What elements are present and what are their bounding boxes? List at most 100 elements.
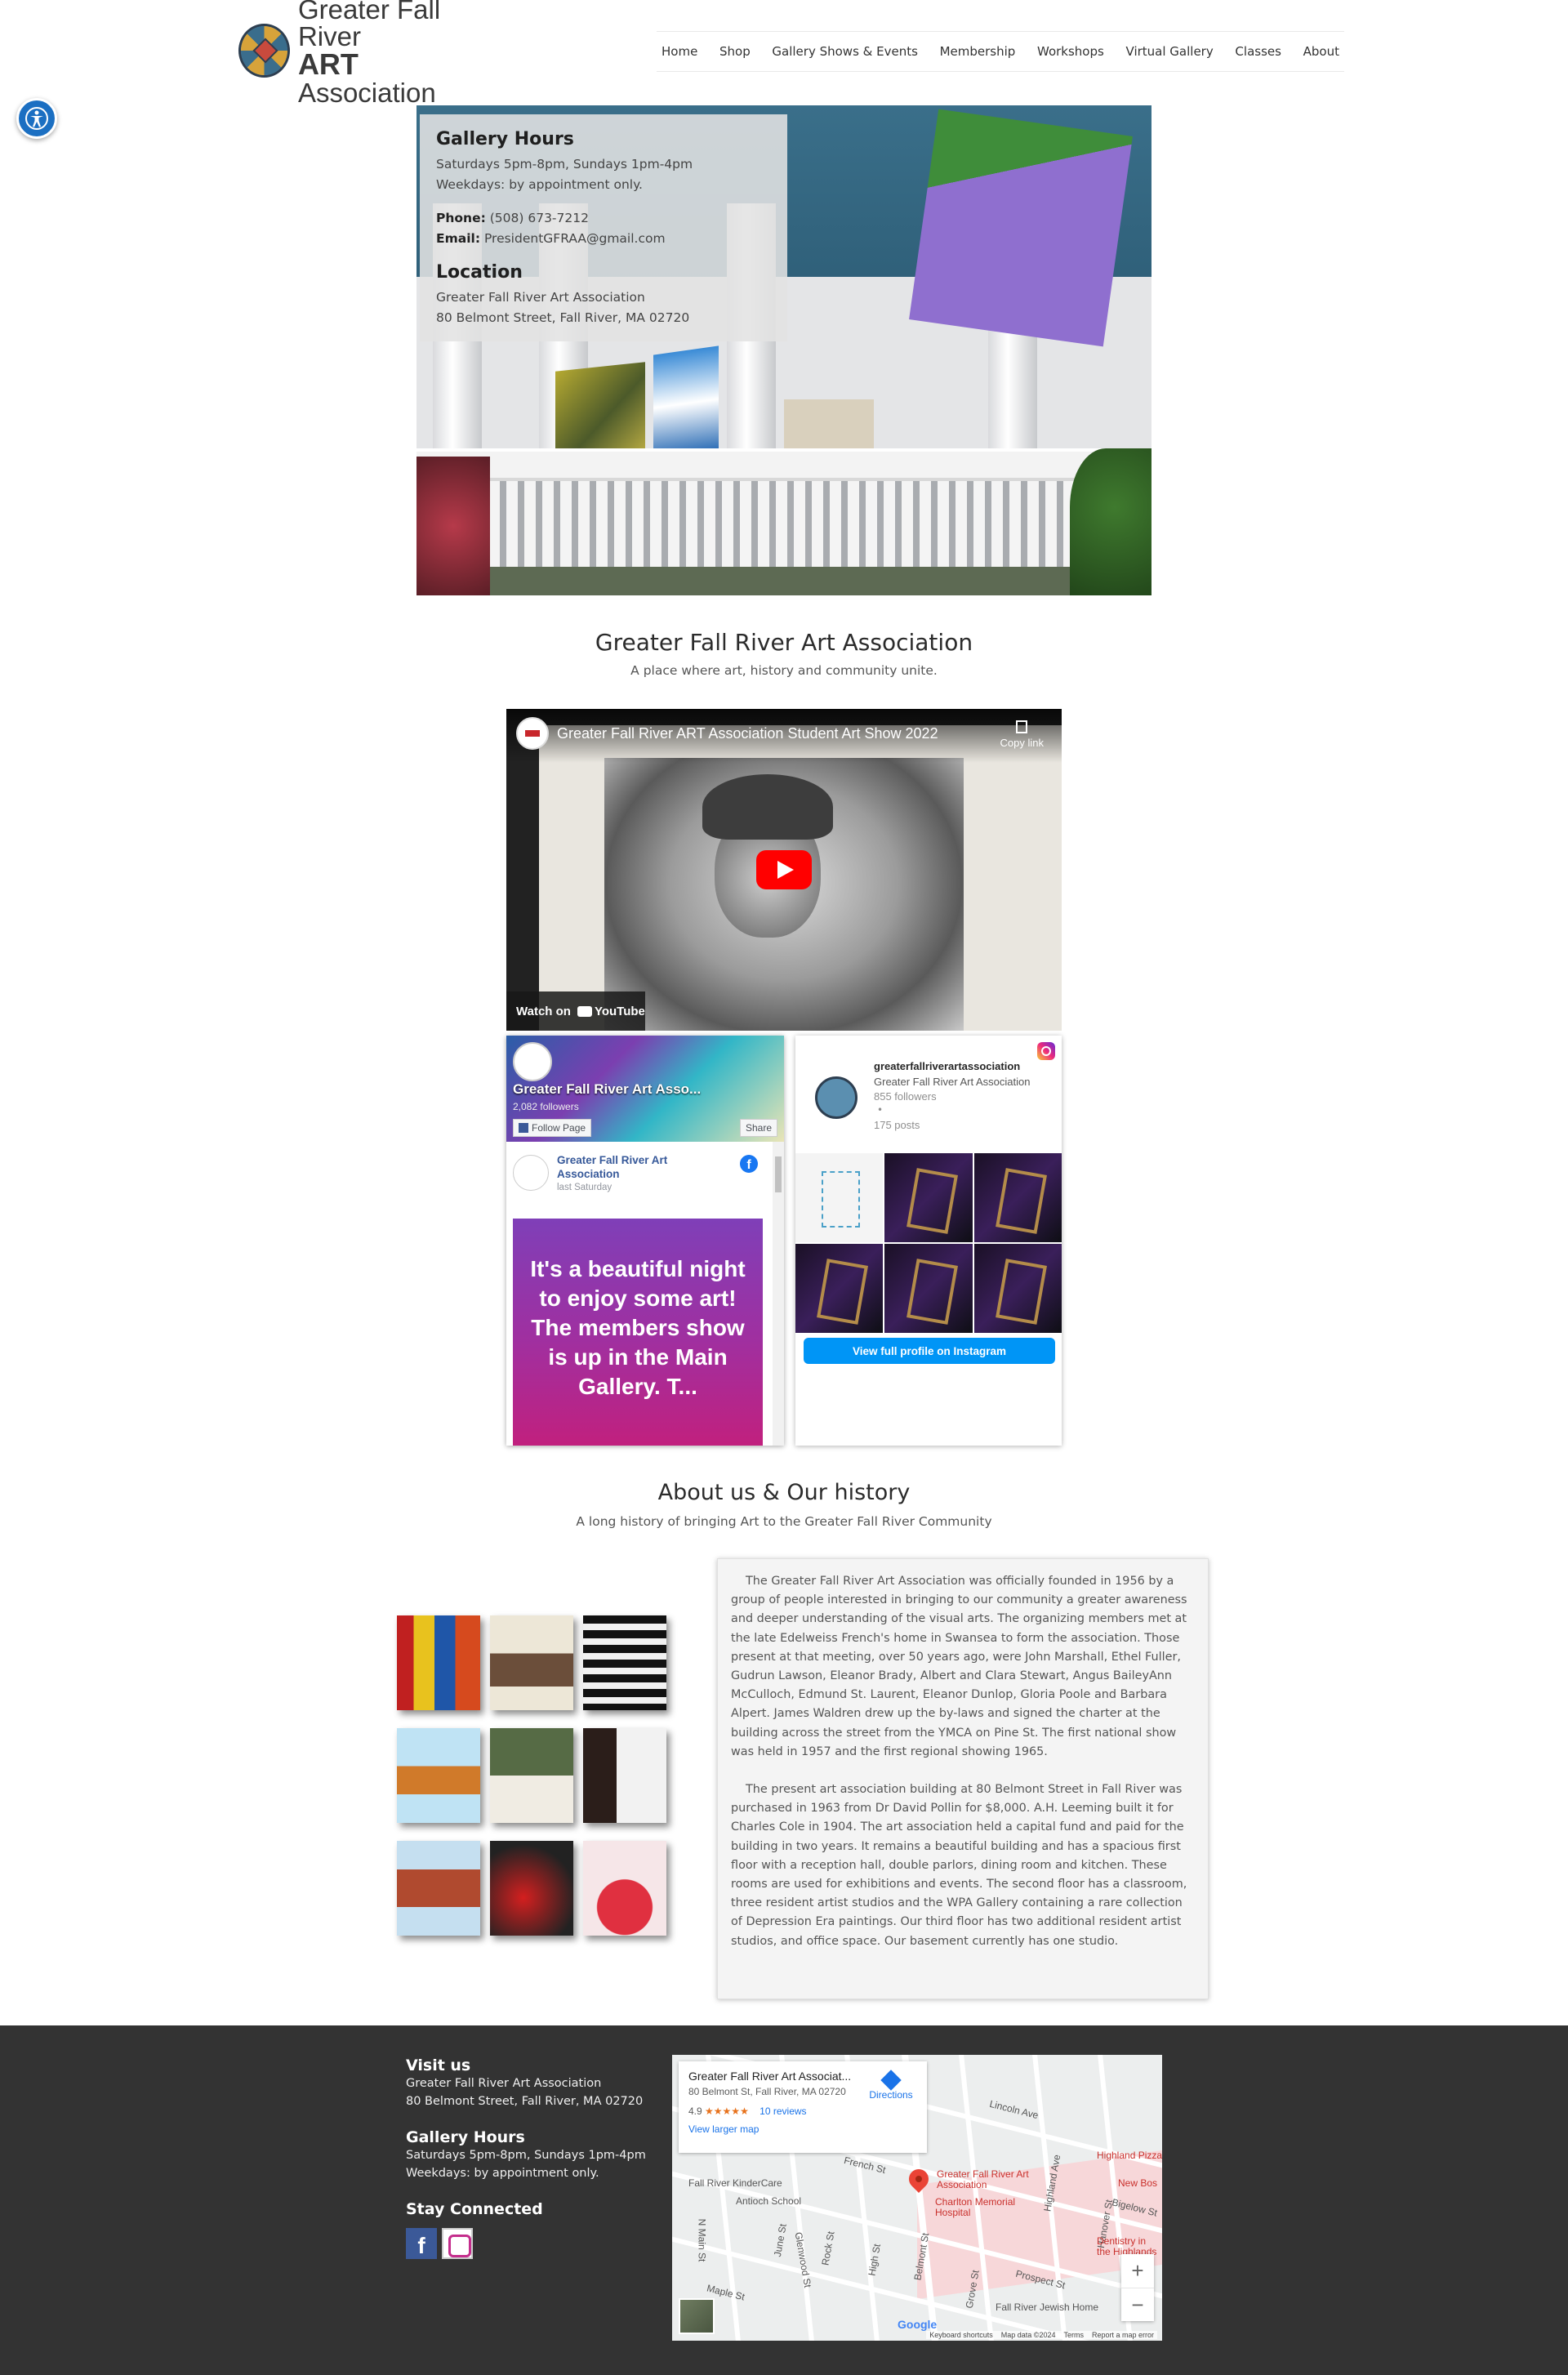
site-logo[interactable]: Greater Fall River ART Association bbox=[238, 0, 500, 106]
follow-page-button[interactable]: Follow Page bbox=[513, 1119, 592, 1137]
poster-thumbnail[interactable] bbox=[397, 1728, 480, 1823]
follow-page-label: Follow Page bbox=[532, 1122, 586, 1134]
email-address[interactable]: PresidentGFRAA@gmail.com bbox=[484, 231, 666, 246]
map-marker-label: Greater Fall River Art Association bbox=[937, 2168, 1029, 2190]
post-author-avatar[interactable] bbox=[513, 1155, 549, 1191]
footer-hours-line2: Weekdays: by appointment only. bbox=[406, 2167, 599, 2180]
facebook-page-name[interactable]: Greater Fall River Art Asso... bbox=[513, 1081, 701, 1098]
map-place-name: Greater Fall River Art Associat... bbox=[688, 2070, 852, 2083]
facebook-followers: 2,082 followers bbox=[513, 1101, 579, 1112]
satellite-toggle[interactable] bbox=[679, 2298, 715, 2334]
facebook-scrollbar[interactable] bbox=[773, 1142, 784, 1446]
history-paragraph-2: The present art association building at … bbox=[731, 1783, 1187, 1948]
view-larger-map-link[interactable]: View larger map bbox=[688, 2123, 917, 2135]
zoom-out-button[interactable]: − bbox=[1121, 2288, 1154, 2321]
instagram-post[interactable] bbox=[884, 1153, 973, 1242]
gallery-hours-line1: Saturdays 5pm-8pm, Sundays 1pm-4pm bbox=[436, 157, 693, 172]
instagram-post[interactable] bbox=[795, 1153, 884, 1242]
nav-about[interactable]: About bbox=[1303, 44, 1339, 59]
intro-subtitle: A place where art, history and community… bbox=[630, 663, 938, 678]
terms-link[interactable]: Terms bbox=[1063, 2331, 1084, 2339]
map-label-highland-pizza: Highland Pizza bbox=[1097, 2150, 1162, 2161]
map-label-charlton-hospital: Charlton Memorial Hospital bbox=[935, 2196, 1016, 2218]
poster-thumbnail[interactable] bbox=[490, 1841, 573, 1936]
map-label-jewish-home: Fall River Jewish Home bbox=[996, 2301, 1099, 2313]
email-row: Email: PresidentGFRAA@gmail.com bbox=[436, 229, 771, 249]
video-title[interactable]: Greater Fall River ART Association Stude… bbox=[557, 725, 938, 742]
post-date[interactable]: last Saturday bbox=[557, 1183, 612, 1192]
facebook-post-header: Greater Fall River Art Association last … bbox=[513, 1150, 766, 1199]
nav-classes[interactable]: Classes bbox=[1235, 44, 1281, 59]
google-map-embed[interactable]: Lincoln Ave Highland Ave Highland Pizza … bbox=[672, 2055, 1162, 2341]
nav-workshops[interactable]: Workshops bbox=[1037, 44, 1104, 59]
instagram-post[interactable] bbox=[884, 1244, 973, 1333]
poster-thumbnail[interactable] bbox=[490, 1615, 573, 1710]
accessibility-button[interactable] bbox=[16, 98, 57, 139]
instagram-icon[interactable] bbox=[1037, 1042, 1055, 1060]
zoom-in-button[interactable]: + bbox=[1121, 2254, 1154, 2288]
social-links: f bbox=[406, 2228, 651, 2259]
directions-button[interactable]: Directions bbox=[866, 2070, 915, 2101]
gallery-hours-line2: Weekdays: by appointment only. bbox=[436, 177, 643, 192]
post-author-name[interactable]: Greater Fall River Art Association bbox=[557, 1153, 704, 1181]
youtube-embed[interactable]: Greater Fall River ART Association Stude… bbox=[506, 709, 1062, 1031]
copy-link-label: Copy link bbox=[1000, 737, 1044, 749]
map-reviews-link[interactable]: 10 reviews bbox=[760, 2105, 806, 2117]
watch-on-youtube-button[interactable]: Watch on YouTube bbox=[506, 991, 645, 1031]
copy-link-button[interactable]: Copy link bbox=[1000, 720, 1044, 749]
logo-emblem-icon bbox=[238, 24, 290, 78]
map-label-n-main-st: N Main St bbox=[696, 2218, 708, 2262]
info-card: Gallery Hours Saturdays 5pm-8pm, Sundays… bbox=[420, 114, 787, 341]
youtube-logo-icon: YouTube bbox=[577, 1005, 645, 1018]
instagram-username[interactable]: greaterfallriverartassociation bbox=[874, 1060, 1020, 1072]
nav-gallery-shows-events[interactable]: Gallery Shows & Events bbox=[772, 44, 918, 59]
nav-home[interactable]: Home bbox=[662, 44, 697, 59]
poster-thumbnail[interactable] bbox=[397, 1841, 480, 1936]
accessibility-icon bbox=[25, 107, 48, 130]
map-label-lincoln-ave: Lincoln Ave bbox=[988, 2097, 1040, 2122]
footer-visit-line1: Greater Fall River Art Association bbox=[406, 2077, 602, 2090]
logo-line2: ART Association bbox=[297, 47, 500, 106]
phone-row: Phone: (508) 673-7212 bbox=[436, 208, 771, 229]
phone-number[interactable]: (508) 673-7212 bbox=[490, 211, 589, 225]
poster-thumbnail[interactable] bbox=[583, 1728, 666, 1823]
map-rating: 4.9 bbox=[688, 2105, 702, 2117]
facebook-post-image[interactable]: It's a beautiful night to enjoy some art… bbox=[513, 1219, 763, 1446]
footer-visit-line2: 80 Belmont Street, Fall River, MA 02720 bbox=[406, 2095, 644, 2108]
nav-shop[interactable]: Shop bbox=[719, 44, 751, 59]
poster-thumbnail[interactable] bbox=[583, 1615, 666, 1710]
facebook-post-text: It's a beautiful night to enjoy some art… bbox=[530, 1256, 746, 1399]
logo-line1: Greater Fall River bbox=[297, 0, 441, 51]
email-label: Email: bbox=[436, 231, 481, 246]
share-button[interactable]: Share bbox=[739, 1119, 777, 1137]
instagram-post[interactable] bbox=[795, 1244, 884, 1333]
facebook-page-avatar[interactable] bbox=[513, 1042, 552, 1081]
channel-avatar[interactable] bbox=[516, 717, 549, 750]
instagram-link-icon[interactable] bbox=[442, 2228, 473, 2259]
gallery-hours-title: Gallery Hours bbox=[436, 129, 574, 149]
facebook-link-icon[interactable]: f bbox=[406, 2228, 437, 2259]
about-subtitle: A long history of bringing Art to the Gr… bbox=[576, 1514, 992, 1529]
poster-gallery bbox=[397, 1615, 666, 1937]
poster-thumbnail[interactable] bbox=[397, 1615, 480, 1710]
about-title: About us & Our history bbox=[657, 1480, 911, 1505]
view-instagram-profile-button[interactable]: View full profile on Instagram bbox=[804, 1338, 1055, 1364]
poster-thumbnail[interactable] bbox=[583, 1841, 666, 1936]
instagram-avatar[interactable] bbox=[815, 1076, 858, 1119]
keyboard-shortcuts-link[interactable]: Keyboard shortcuts bbox=[929, 2331, 993, 2339]
nav-virtual-gallery[interactable]: Virtual Gallery bbox=[1126, 44, 1214, 59]
copy-icon bbox=[1016, 720, 1028, 733]
hero-painting-blue bbox=[653, 345, 719, 461]
poster-thumbnail[interactable] bbox=[490, 1728, 573, 1823]
map-rating-stars-icon: ★★★★★ bbox=[705, 2105, 749, 2117]
map-attribution: Keyboard shortcuts Map data ©2024 Terms … bbox=[926, 2331, 1157, 2339]
report-map-error-link[interactable]: Report a map error bbox=[1092, 2331, 1154, 2339]
nav-membership[interactable]: Membership bbox=[940, 44, 1016, 59]
instagram-post[interactable] bbox=[973, 1244, 1062, 1333]
play-button[interactable] bbox=[756, 850, 812, 889]
instagram-post[interactable] bbox=[973, 1153, 1062, 1242]
logo-art: ART bbox=[297, 47, 359, 81]
map-zoom-controls: + − bbox=[1121, 2254, 1154, 2321]
facebook-icon[interactable]: f bbox=[740, 1155, 758, 1173]
instagram-separator: • bbox=[877, 1104, 884, 1116]
